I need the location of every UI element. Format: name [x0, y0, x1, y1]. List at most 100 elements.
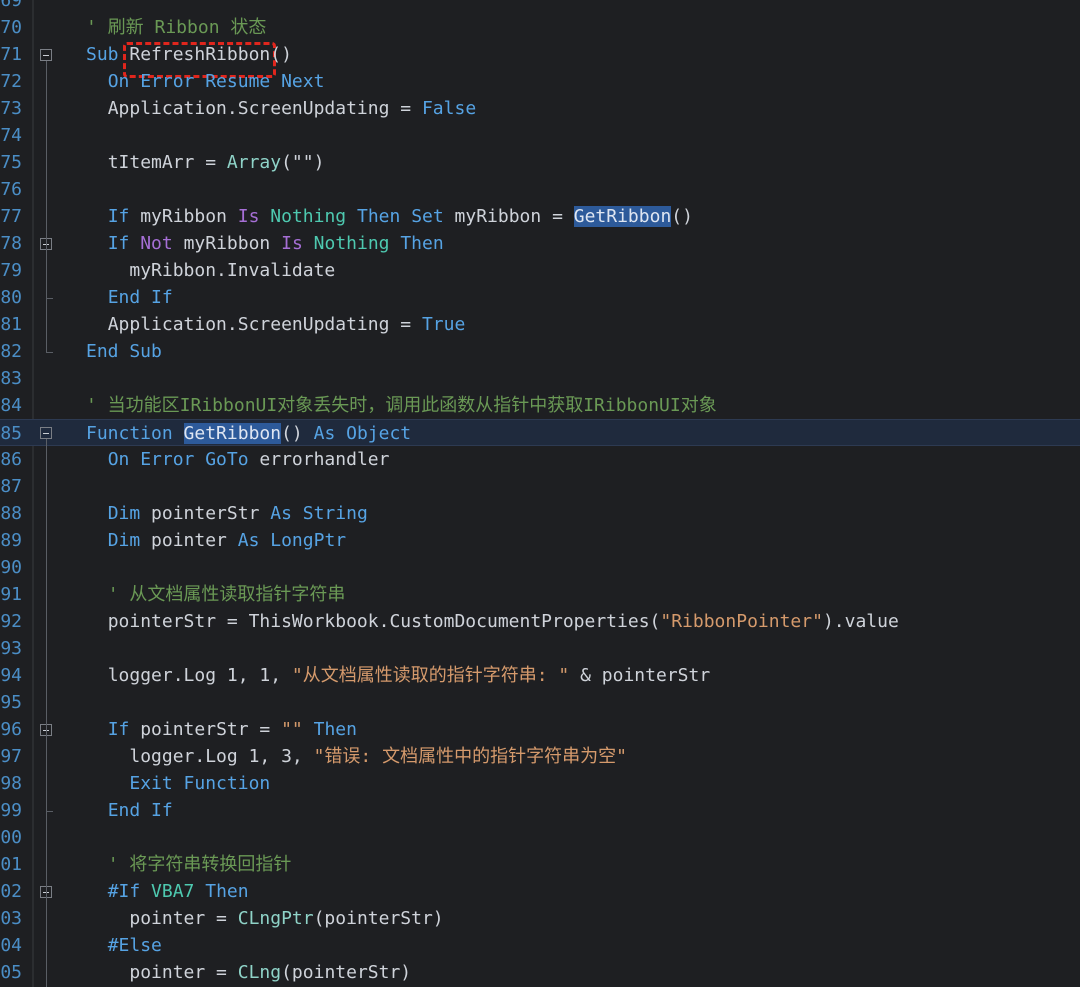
code-editor[interactable]: 69 70 ' 刷新 Ribbon 状态 71 Sub RefreshRibbon() 7…: [0, 0, 1080, 987]
line-number: 92: [0, 611, 22, 632]
code-line[interactable]: 94 logger.Log 1, 1, "从文档属性读取的指针字符串: " & …: [0, 662, 1080, 689]
code-line[interactable]: 79 myRibbon.Invalidate: [0, 257, 1080, 284]
code-token: Dim: [107, 503, 141, 524]
code-token: End Sub: [86, 341, 162, 362]
code-text: ' 将字符串转换回指针: [86, 851, 292, 878]
code-line[interactable]: 83: [0, 365, 1080, 392]
line-number: 86: [0, 449, 22, 470]
code-line[interactable]: 76: [0, 176, 1080, 203]
line-number: 101: [0, 854, 22, 875]
code-line[interactable]: 95: [0, 689, 1080, 716]
code-text: pointerStr = ThisWorkbook.CustomDocument…: [86, 608, 899, 635]
code-token: If: [107, 206, 130, 227]
code-token: ' 从文档属性读取指针字符串: [107, 584, 346, 605]
line-number: 97: [0, 746, 22, 767]
code-token: Nothing: [313, 233, 390, 254]
code-line[interactable]: 90: [0, 554, 1080, 581]
code-line[interactable]: 75 tItemArr = Array(""): [0, 149, 1080, 176]
code-line[interactable]: 91 ' 从文档属性读取指针字符串: [0, 581, 1080, 608]
code-token: Is: [237, 206, 260, 227]
code-line[interactable]: 69: [0, 0, 1080, 14]
code-token: "RibbonPointer": [660, 611, 823, 632]
code-line[interactable]: 88 Dim pointerStr As String: [0, 500, 1080, 527]
line-number: 95: [0, 692, 22, 713]
code-line[interactable]: 99 End If: [0, 797, 1080, 824]
fold-toggle-icon[interactable]: [40, 427, 52, 439]
code-line[interactable]: 86 On Error GoTo errorhandler: [0, 446, 1080, 473]
line-number: 100: [0, 827, 22, 848]
code-text: Exit Function: [86, 770, 270, 797]
line-number: 83: [0, 368, 22, 389]
line-number: 69: [0, 0, 22, 11]
code-token: (pointerStr): [313, 908, 444, 929]
code-token: "从文档属性读取的指针字符串: ": [291, 665, 570, 686]
code-token: False: [421, 98, 477, 119]
code-line[interactable]: 78 If Not myRibbon Is Nothing Then: [0, 230, 1080, 257]
code-text: If pointerStr = "" Then: [86, 716, 357, 743]
code-line-current[interactable]: 85 Function GetRibbon() As Object: [0, 419, 1080, 446]
code-token: CLngPtr: [237, 908, 314, 929]
code-line[interactable]: 100: [0, 824, 1080, 851]
code-line[interactable]: 84 ' 当功能区IRibbonUI对象丢失时，调用此函数从指针中获取IRibbo…: [0, 392, 1080, 419]
code-token: Then: [356, 206, 401, 227]
code-line[interactable]: 77 If myRibbon Is Nothing Then Set myRib…: [0, 203, 1080, 230]
line-number: 91: [0, 584, 22, 605]
code-text: Application.ScreenUpdating = False: [86, 95, 476, 122]
code-token: VBA7: [151, 881, 195, 902]
code-token: Exit Function: [129, 773, 271, 794]
code-token: (): [281, 423, 314, 444]
code-text: ' 从文档属性读取指针字符串: [86, 581, 346, 608]
code-token: End If: [107, 287, 173, 308]
code-line[interactable]: 80 End If: [0, 284, 1080, 311]
code-line[interactable]: 96 If pointerStr = "" Then: [0, 716, 1080, 743]
code-line[interactable]: 104 #Else: [0, 932, 1080, 959]
code-line[interactable]: 105 pointer = CLng(pointerStr): [0, 959, 1080, 986]
code-token: logger.Log 1, 1,: [107, 665, 292, 686]
code-line[interactable]: 81 Application.ScreenUpdating = True: [0, 311, 1080, 338]
line-number: 78: [0, 233, 22, 254]
code-token: On Error GoTo: [107, 449, 249, 470]
code-line[interactable]: 89 Dim pointer As LongPtr: [0, 527, 1080, 554]
line-number: 73: [0, 98, 22, 119]
code-token: & pointerStr: [569, 665, 711, 686]
line-number: 80: [0, 287, 22, 308]
code-token: Not: [140, 233, 173, 254]
code-line[interactable]: 102 #If VBA7 Then: [0, 878, 1080, 905]
code-text: On Error Resume Next: [86, 68, 325, 95]
highlighted-identifier: GetRibbon: [573, 206, 672, 227]
code-line[interactable]: 98 Exit Function: [0, 770, 1080, 797]
code-token: Then: [400, 233, 444, 254]
code-token: myRibbon: [129, 206, 238, 227]
code-line[interactable]: 97 logger.Log 1, 3, "错误: 文档属性中的指针字符串为空": [0, 743, 1080, 770]
code-line[interactable]: 82 End Sub: [0, 338, 1080, 365]
code-line[interactable]: 70 ' 刷新 Ribbon 状态: [0, 14, 1080, 41]
code-line[interactable]: 101 ' 将字符串转换回指针: [0, 851, 1080, 878]
code-line[interactable]: 72 On Error Resume Next: [0, 68, 1080, 95]
code-line[interactable]: 74: [0, 122, 1080, 149]
code-line[interactable]: 93: [0, 635, 1080, 662]
fold-toggle-icon[interactable]: [40, 49, 52, 61]
code-line[interactable]: 103 pointer = CLngPtr(pointerStr): [0, 905, 1080, 932]
code-token: tItemArr =: [107, 152, 227, 173]
code-line[interactable]: 71 Sub RefreshRibbon(): [0, 41, 1080, 68]
code-token: (): [671, 206, 693, 227]
code-line[interactable]: 87: [0, 473, 1080, 500]
line-number: 87: [0, 476, 22, 497]
code-line[interactable]: 73 Application.ScreenUpdating = False: [0, 95, 1080, 122]
code-line[interactable]: 92 pointerStr = ThisWorkbook.CustomDocum…: [0, 608, 1080, 635]
code-text: End Sub: [86, 338, 162, 365]
